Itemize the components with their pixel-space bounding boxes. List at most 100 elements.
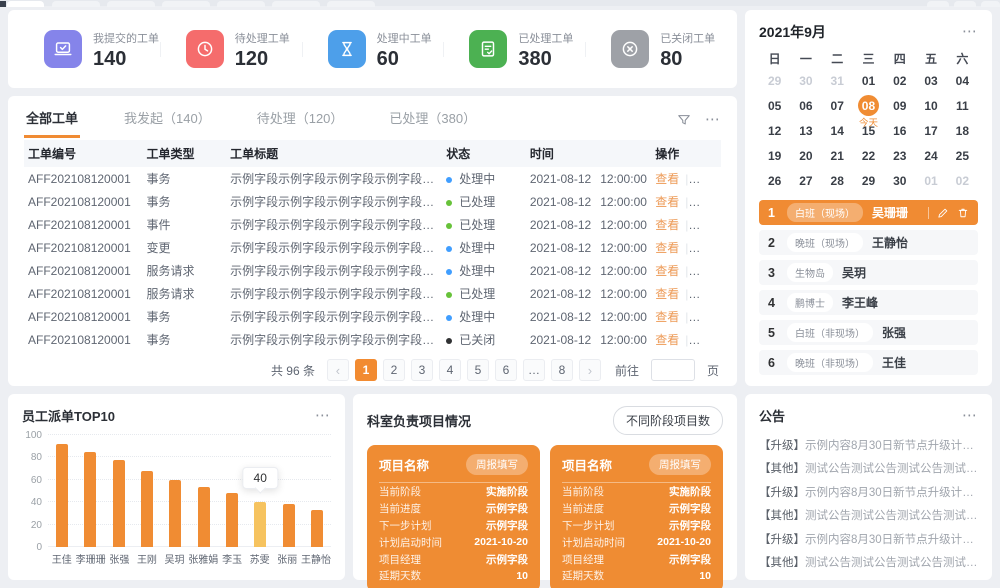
bar[interactable] — [56, 444, 68, 547]
page-next-button[interactable]: › — [579, 359, 601, 381]
page-button[interactable]: 6 — [495, 359, 517, 381]
bar[interactable] — [141, 471, 153, 547]
calendar-day[interactable]: 06 — [790, 93, 821, 118]
page-button[interactable]: 3 — [411, 359, 433, 381]
goto-page-input[interactable] — [651, 359, 695, 381]
calendar-day[interactable]: 01 — [853, 68, 884, 93]
calendar-day[interactable]: 18 — [947, 118, 978, 143]
calendar-day[interactable]: 12 — [759, 118, 790, 143]
calendar-day[interactable]: 24 — [915, 143, 946, 168]
view-link[interactable]: 查看 — [655, 264, 679, 278]
view-link[interactable]: 查看 — [655, 241, 679, 255]
calendar-day[interactable]: 31 — [822, 68, 853, 93]
day-number: 31 — [831, 74, 844, 88]
calendar-day[interactable]: 05 — [759, 93, 790, 118]
more-icon[interactable]: ⋯ — [705, 115, 721, 125]
day-number: 19 — [768, 149, 781, 163]
weekly-report-badge[interactable]: 周报填写 — [466, 454, 528, 475]
view-link[interactable]: 查看 — [655, 172, 679, 186]
calendar-day[interactable]: 11 — [947, 93, 978, 118]
view-link[interactable]: 查看 — [655, 333, 679, 347]
page-button[interactable]: 8 — [551, 359, 573, 381]
schedule-row[interactable]: 3生物岛吴玥 — [759, 260, 978, 285]
calendar-day[interactable]: 30 — [790, 68, 821, 93]
schedule-row[interactable]: 6晚班（非现场）王佳 — [759, 350, 978, 375]
page-ellipsis[interactable]: … — [523, 359, 545, 381]
calendar-day[interactable]: 20 — [790, 143, 821, 168]
calendar-day[interactable]: 15 — [853, 118, 884, 143]
announcement-item[interactable]: 【升级】示例内容8月30日新节点升级计划通知 — [759, 527, 978, 551]
calendar-day[interactable]: 03 — [915, 68, 946, 93]
calendar-day[interactable]: 16 — [884, 118, 915, 143]
announcement-more-icon[interactable]: ⋯ — [962, 411, 978, 421]
bar[interactable] — [311, 510, 323, 547]
day-number: 21 — [831, 149, 844, 163]
schedule-row[interactable]: 2晚班（现场）王静怡 — [759, 230, 978, 255]
page-button[interactable]: 5 — [467, 359, 489, 381]
calendar-day[interactable]: 14 — [822, 118, 853, 143]
project-field: 当前阶段实施阶段 — [562, 484, 711, 500]
calendar-day[interactable]: 10 — [915, 93, 946, 118]
calendar-day[interactable]: 19 — [759, 143, 790, 168]
calendar-day[interactable]: 01 — [915, 168, 946, 193]
stage-count-button[interactable]: 不同阶段项目数 — [613, 406, 723, 435]
view-link[interactable]: 查看 — [655, 287, 679, 301]
calendar-day[interactable]: 04 — [947, 68, 978, 93]
schedule-row[interactable]: 5白班（非现场）张强 — [759, 320, 978, 345]
view-link[interactable]: 查看 — [655, 195, 679, 209]
page-button[interactable]: 1 — [355, 359, 377, 381]
bar-highlight[interactable] — [254, 502, 266, 547]
announcement-item[interactable]: 【升级】示例内容8月30日新节点升级计划通知 — [759, 433, 978, 457]
calendar-day[interactable]: 07 — [822, 93, 853, 118]
page-button[interactable]: 4 — [439, 359, 461, 381]
calendar-day[interactable]: 26 — [759, 168, 790, 193]
calendar-day[interactable]: 02 — [884, 68, 915, 93]
bar[interactable] — [113, 460, 125, 547]
calendar-day[interactable]: 13 — [790, 118, 821, 143]
field-label: 项目经理 — [379, 552, 421, 567]
announcement-item[interactable]: 【其他】测试公告测试公告测试公告测试公告测试公告 — [759, 504, 978, 528]
bar[interactable] — [169, 480, 181, 547]
calendar-day[interactable]: 29 — [853, 168, 884, 193]
schedule-row[interactable]: 4鹏博士李王峰 — [759, 290, 978, 315]
bar[interactable] — [84, 452, 96, 547]
bar[interactable] — [198, 487, 210, 547]
tab-3[interactable]: 已处理（380） — [387, 102, 478, 138]
calendar-more-icon[interactable]: ⋯ — [962, 27, 978, 37]
calendar-day[interactable]: 28 — [822, 168, 853, 193]
tab-0[interactable]: 全部工单 — [24, 102, 80, 138]
calendar-day[interactable]: 25 — [947, 143, 978, 168]
announcement-item[interactable]: 【其他】测试公告测试公告测试公告测试公告测试公告 — [759, 457, 978, 481]
calendar-day[interactable]: 29 — [759, 68, 790, 93]
calendar-day[interactable]: 27 — [790, 168, 821, 193]
trash-icon[interactable] — [957, 207, 969, 219]
calendar-day[interactable]: 17 — [915, 118, 946, 143]
x-axis-label: 吴玥 — [161, 551, 189, 566]
announcement-item[interactable]: 【升级】示例内容8月30日新节点升级计划通知 — [759, 480, 978, 504]
weekly-report-badge[interactable]: 周报填写 — [649, 454, 711, 475]
tab-2[interactable]: 待处理（120） — [255, 102, 346, 138]
calendar-day-today[interactable]: 08今天 — [853, 93, 884, 118]
bar[interactable] — [226, 493, 238, 547]
calendar-day[interactable]: 22 — [853, 143, 884, 168]
project-field: 当前进度示例字段 — [379, 501, 528, 517]
projects-title: 科室负责项目情况 — [367, 411, 471, 430]
calendar-day[interactable]: 02 — [947, 168, 978, 193]
calendar-day[interactable]: 09 — [884, 93, 915, 118]
view-link[interactable]: 查看 — [655, 218, 679, 232]
chart-more-icon[interactable]: ⋯ — [315, 411, 331, 421]
bar[interactable] — [283, 504, 295, 547]
page-button[interactable]: 2 — [383, 359, 405, 381]
view-link[interactable]: 查看 — [655, 310, 679, 324]
calendar-day[interactable]: 30 — [884, 168, 915, 193]
x-axis-label: 苏雯 — [246, 551, 274, 566]
schedule-row[interactable]: 1白班（现场）吴珊珊 — [759, 200, 978, 225]
filter-icon[interactable] — [677, 113, 691, 127]
calendar-day[interactable]: 21 — [822, 143, 853, 168]
dashboard-page: 我提交的工单140待处理工单120处理中工单60已处理工单380已关闭工单80 … — [0, 0, 1000, 588]
announcement-item[interactable]: 【其他】测试公告测试公告测试公告测试公告测试公告 — [759, 551, 978, 575]
page-prev-button[interactable]: ‹ — [327, 359, 349, 381]
calendar-day[interactable]: 23 — [884, 143, 915, 168]
edit-icon[interactable] — [937, 207, 949, 219]
tab-1[interactable]: 我发起（140） — [122, 102, 213, 138]
